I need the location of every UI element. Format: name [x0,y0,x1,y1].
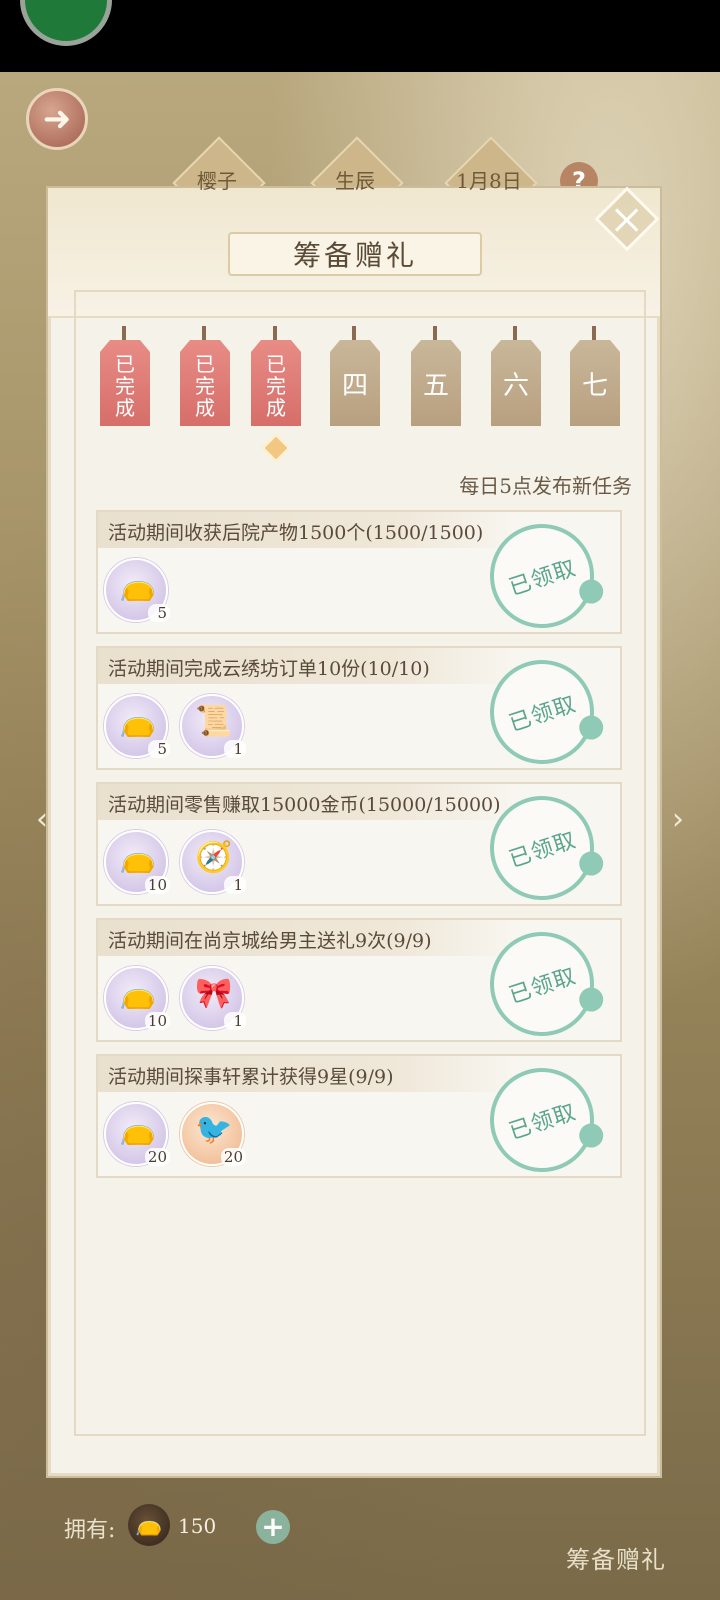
reward-qty: 10 [144,876,170,894]
reward-qty: 5 [148,604,170,622]
task-card: 活动期间完成云绣坊订单10份(10/10) 👝 5 📜 1 已领取 [96,646,622,778]
task-title: 活动期间在尚京城给男主送礼9次(9/9) [108,930,432,952]
reward-item[interactable]: 👝 10 [104,966,170,1030]
day-tag-label: 已完成 [180,340,230,426]
day-tag-7[interactable]: 七 [570,326,620,426]
day-tag-2[interactable]: 已完成 [180,326,230,426]
compass-icon: 🧭 [195,840,233,875]
top-black-bar [0,0,720,72]
pouch-icon: 👝 [119,976,157,1011]
pouch-icon: 👝 [119,704,157,739]
reward-item[interactable]: 🐦 20 [180,1102,246,1166]
task-card: 活动期间在尚京城给男主送礼9次(9/9) 👝 10 🎀 1 已领取 [96,918,622,1050]
task-card: 活动期间收获后院产物1500个(1500/1500) 👝 5 已领取 [96,510,622,642]
reward-item[interactable]: 👝 5 [104,558,170,622]
arrow-left-icon: ➜ [42,99,72,139]
day-tag-label: 四 [330,340,380,426]
reward-qty: 20 [220,1148,246,1166]
reward-item[interactable]: 👝 20 [104,1102,170,1166]
owned-count: 150 [178,1514,217,1538]
reward-item[interactable]: 🎀 1 [180,966,246,1030]
day-tag-label: 六 [491,340,541,426]
reward-item[interactable]: 📜 1 [180,694,246,758]
owned-label: 拥有: [64,1518,116,1543]
task-title: 活动期间探事轩累计获得9星(9/9) [108,1066,394,1088]
next-page-arrow-icon[interactable]: › [660,790,696,850]
task-title: 活动期间完成云绣坊订单10份(10/10) [108,658,430,680]
task-card: 活动期间零售赚取15000金币(15000/15000) 👝 10 🧭 1 已领… [96,782,622,914]
day-tag-4[interactable]: 四 [330,326,380,426]
task-card: 活动期间探事轩累计获得9星(9/9) 👝 20 🐦 20 已领取 [96,1054,622,1186]
day-tag-5[interactable]: 五 [411,326,461,426]
pouch-icon: 👝 [119,840,157,875]
reward-qty: 1 [224,1012,246,1030]
back-button[interactable]: ➜ [26,88,88,150]
add-button[interactable]: + [256,1510,290,1544]
day-tag-3[interactable]: 已完成 [251,326,301,426]
knot-charm-icon: 🎀 [195,976,233,1011]
page-title: 筹备赠礼 [228,232,482,276]
wechat-float-icon[interactable] [20,0,112,46]
reward-item[interactable]: 👝 5 [104,694,170,758]
day-tag-1[interactable]: 已完成 [100,326,150,426]
reward-item[interactable]: 🧭 1 [180,830,246,894]
pouch-icon: 👝 [128,1504,170,1546]
section-label[interactable]: 筹备赠礼 [566,1540,666,1575]
task-title: 活动期间收获后院产物1500个(1500/1500) [108,522,484,544]
reward-qty: 10 [144,1012,170,1030]
day-tag-label: 七 [570,340,620,426]
reward-qty: 1 [224,876,246,894]
reward-item[interactable]: 👝 10 [104,830,170,894]
task-title: 活动期间零售赚取15000金币(15000/15000) [108,794,501,816]
reward-qty: 5 [148,740,170,758]
jade-bird-icon: 🐦 [195,1112,233,1147]
daily-task-note: 每日5点发布新任务 [459,474,632,498]
pouch-icon: 👝 [119,1112,157,1147]
reward-qty: 1 [224,740,246,758]
day-tag-6[interactable]: 六 [491,326,541,426]
pouch-icon: 👝 [119,568,157,603]
day-tag-label: 五 [411,340,461,426]
reward-qty: 20 [144,1148,170,1166]
day-tag-label: 已完成 [100,340,150,426]
scroll-icon: 📜 [195,704,233,739]
day-tag-label: 已完成 [251,340,301,426]
